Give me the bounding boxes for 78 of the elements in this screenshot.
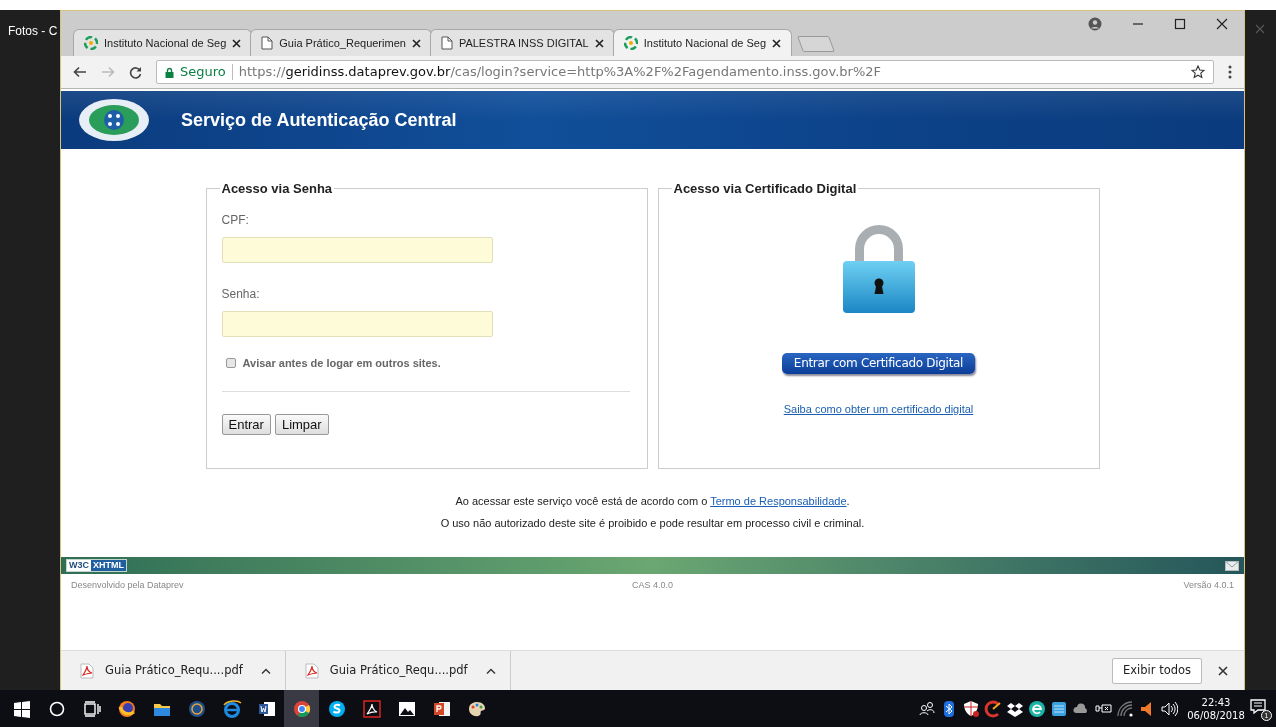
document-icon — [261, 36, 274, 50]
tab-title: PALESTRA INSS DIGITAL — [458, 35, 589, 51]
certificate-button[interactable]: Entrar com Certificado Digital — [781, 352, 976, 374]
browser-button[interactable] — [284, 690, 319, 727]
lock-icon — [165, 66, 174, 78]
people-icon[interactable] — [918, 699, 936, 718]
close-icon[interactable] — [411, 38, 421, 48]
footer-text: CAS 4.0.0 — [632, 579, 673, 592]
download-file-name[interactable]: Guia Prático_Requ....pdf — [329, 661, 468, 680]
pdf-file-icon — [79, 662, 95, 679]
address-bar[interactable]: Seguro https://geridinss.dataprev.gov.br/cas/login?service=http%3A%2F%2Fagendamento.inss.gov.br%2F — [156, 60, 1214, 84]
checkbox[interactable] — [225, 357, 236, 368]
terms-notice: Ao acessar este serviço você está de acordo com o Termo de Responsabilidade. — [455, 494, 850, 509]
site-logo-icon — [77, 97, 151, 143]
close-icon[interactable] — [232, 38, 242, 48]
e-logo-icon[interactable] — [1028, 699, 1046, 718]
caret-icon[interactable] — [260, 667, 271, 674]
wifi-icon[interactable] — [1116, 699, 1134, 718]
tab-title: Guia Prático_Requerimen — [279, 35, 406, 51]
task-view-icon[interactable] — [81, 698, 102, 719]
clock[interactable]: 22:43 06/08/2018 — [1188, 695, 1244, 722]
star-icon[interactable] — [1191, 65, 1205, 79]
chat-icon[interactable] — [326, 698, 347, 719]
security-label: Seguro — [180, 63, 226, 82]
site-logo-icon — [623, 36, 638, 50]
app-icon[interactable] — [1050, 699, 1068, 718]
url-text: https://geridinss.dataprev.gov.br/cas/login?service=http%3A%2F%2Fagendamento.inss.gov.br%2F — [238, 63, 883, 82]
browser-tab[interactable]: Instituto Nacional de Seg — [73, 29, 253, 56]
checkbox-label: Avisar antes de logar em outros sites. — [242, 355, 441, 371]
page-title: Serviço de Autenticação Central — [181, 108, 457, 132]
close-icon[interactable] — [772, 38, 781, 48]
field-label: Senha: — [221, 285, 261, 303]
notification-icon — [1250, 698, 1266, 715]
pdf-file-icon — [303, 662, 320, 679]
caret-icon[interactable] — [485, 667, 496, 674]
panel-legend: Acesso via Certificado Digital — [671, 179, 859, 199]
help-link[interactable]: Saiba como obter um certificado digital — [783, 400, 974, 417]
badge-logo-icon[interactable] — [186, 698, 207, 719]
browser-tab[interactable]: Guia Prático_Requerimen — [250, 29, 432, 56]
footer-text: Desenvolvido pela Dataprev — [71, 579, 185, 592]
mail-icon — [1225, 560, 1239, 571]
badge-text: XHTML — [91, 560, 126, 571]
panel-legend: Acesso via Senha — [219, 179, 335, 199]
close-icon[interactable] — [1218, 665, 1228, 676]
badge-text: W3C — [67, 560, 91, 571]
pdf-icon[interactable] — [361, 698, 382, 719]
field-label: CPF: — [221, 211, 250, 229]
download-file-name[interactable]: Guia Prático_Requ....pdf — [105, 661, 243, 680]
back-icon[interactable] — [73, 66, 87, 78]
app-title: Fotos - C — [8, 23, 59, 40]
volume-icon[interactable] — [1160, 699, 1178, 718]
clock-date: 06/08/2018 — [1187, 708, 1245, 722]
profile-icon[interactable] — [1088, 17, 1102, 31]
close-icon[interactable] — [594, 38, 604, 48]
footer-text: Versão 4.0.1 — [1182, 579, 1234, 592]
document-icon — [440, 36, 453, 50]
show-all-button[interactable]: Exibir todos — [1112, 657, 1202, 684]
site-logo-icon — [84, 36, 98, 50]
terms-link[interactable]: Termo de Responsabilidade — [710, 495, 847, 507]
tab-title: Instituto Nacional de Seg — [643, 35, 766, 51]
reload-icon[interactable] — [129, 65, 142, 79]
input-field[interactable] — [221, 310, 493, 337]
form-button[interactable]: Limpar — [274, 414, 329, 435]
browser-icon[interactable] — [291, 698, 312, 719]
input-field[interactable] — [221, 236, 493, 263]
browser-icon[interactable] — [221, 698, 242, 719]
maximize-icon[interactable] — [1174, 18, 1186, 30]
globe-icon[interactable] — [116, 698, 137, 719]
browser-tab[interactable]: PALESTRA INSS DIGITAL — [429, 29, 615, 56]
close-icon[interactable] — [1216, 18, 1228, 30]
menu-icon[interactable] — [1228, 65, 1232, 79]
clock-time: 22:43 — [1201, 695, 1231, 709]
shield-icon[interactable] — [962, 699, 980, 718]
warning-text: O uso não autorizado deste site é proibido e pode resultar em processo civil e criminal. — [440, 515, 865, 531]
windows-logo-icon[interactable] — [11, 698, 32, 719]
tab-title: Instituto Nacional de Seg — [104, 35, 227, 51]
browser-tab[interactable]: Instituto Nacional de Seg — [612, 29, 792, 56]
form-button[interactable]: Entrar — [221, 414, 271, 435]
